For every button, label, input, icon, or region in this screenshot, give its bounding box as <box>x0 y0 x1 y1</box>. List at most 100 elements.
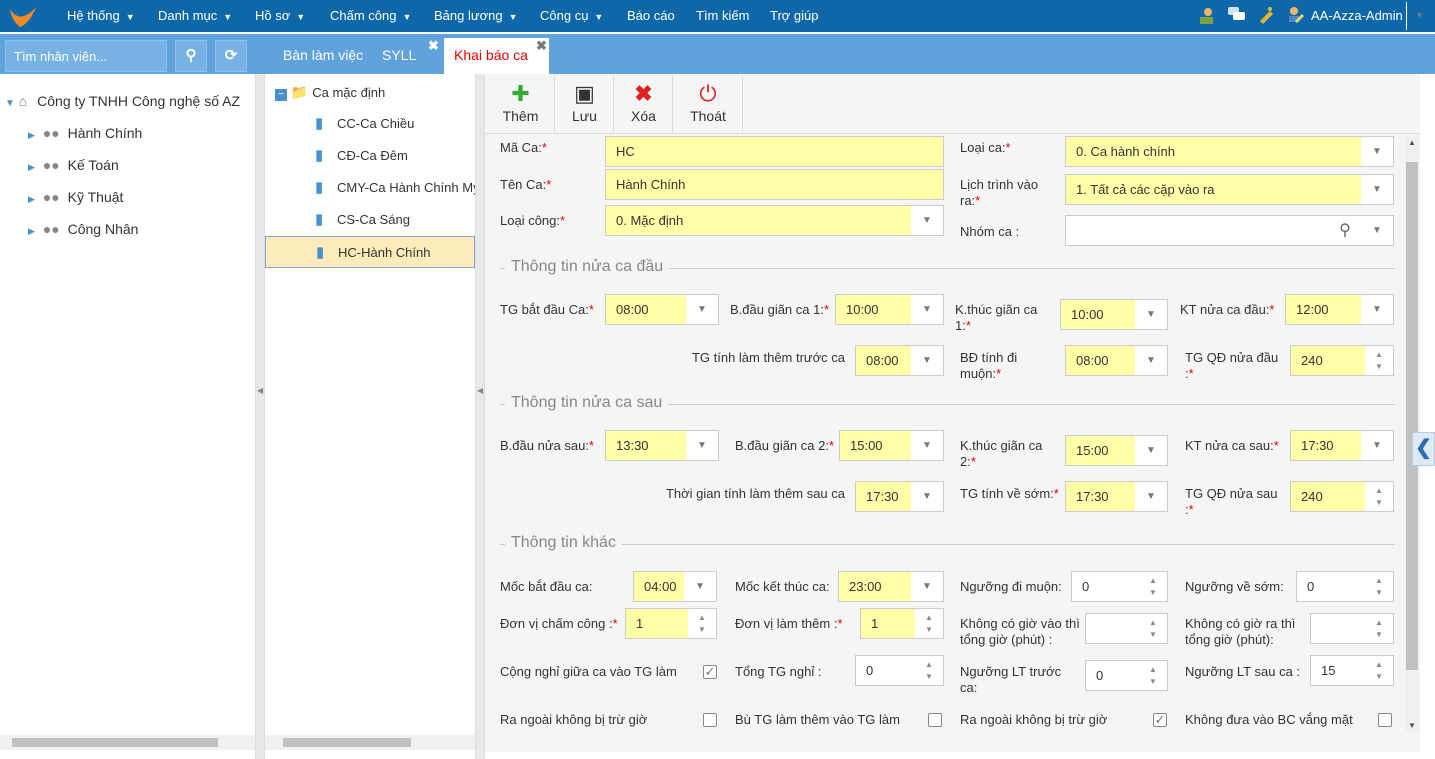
menu-3[interactable]: Chấm công ▼ <box>330 8 411 23</box>
select-field[interactable]: 17:30 ▼ <box>855 481 944 512</box>
center-splitter[interactable]: ◀ <box>475 74 485 759</box>
menu-2[interactable]: Hồ sơ ▼ <box>255 8 305 23</box>
dropdown-arrow-icon[interactable]: ▼ <box>1135 436 1167 465</box>
tree-group[interactable]: ▶ ●● Hành Chính <box>28 125 142 141</box>
select-field[interactable]: 15:00 ▼ <box>839 430 944 461</box>
number-stepper[interactable]: 0 ▲ ▼ <box>1085 660 1168 691</box>
bell-icon[interactable] <box>1256 6 1274 24</box>
shift-tree-root[interactable]: − 📁 Ca mặc định <box>275 84 385 101</box>
select-field[interactable]: 10:00 ▼ <box>835 294 944 325</box>
dropdown-arrow-icon[interactable]: ▼ <box>911 431 943 460</box>
dropdown-arrow-icon[interactable]: ▼ <box>1135 482 1167 511</box>
shift-item[interactable]: ▮ HC-Hành Chính <box>265 236 475 268</box>
user-edit-icon[interactable] <box>1286 6 1304 24</box>
select-field[interactable]: 08:00 ▼ <box>605 294 719 325</box>
select-field[interactable]: 08:00 ▼ <box>1065 345 1168 376</box>
close-tab-icon[interactable]: ✖ <box>536 38 547 54</box>
dropdown-arrow-icon[interactable]: ▼ <box>684 572 716 601</box>
close-tab-icon[interactable]: ✖ <box>428 38 439 54</box>
chat-icon[interactable] <box>1228 7 1246 23</box>
number-stepper[interactable]: 1 ▲ ▼ <box>860 608 944 639</box>
tab-2[interactable]: Khai báo ca <box>454 47 528 63</box>
menu-1[interactable]: Danh mục ▼ <box>158 8 232 23</box>
select-field[interactable]: 0. Mặc định ▼ <box>605 205 944 236</box>
select-field[interactable]: 23:00 ▼ <box>838 571 944 602</box>
menu-5[interactable]: Công cụ ▼ <box>540 8 603 23</box>
number-stepper[interactable]: 15 ▲ ▼ <box>1310 655 1394 686</box>
tab-1[interactable]: SYLL <box>382 47 416 63</box>
number-stepper[interactable]: ▲ ▼ <box>1310 613 1394 644</box>
tree-group[interactable]: ▶ ●● Kỹ Thuật <box>28 189 123 205</box>
number-stepper[interactable]: 0 ▲ ▼ <box>855 655 944 686</box>
dropdown-arrow-icon[interactable]: ▼ <box>1361 216 1393 245</box>
spinner-arrows-icon[interactable]: ▲ ▼ <box>1365 346 1393 375</box>
dropdown-arrow-icon[interactable]: ▼ <box>911 572 943 601</box>
shift-tree-scrollbar[interactable] <box>265 735 475 750</box>
select-field[interactable]: 0. Ca hành chính ▼ <box>1065 136 1394 167</box>
shift-item[interactable]: ▮ CS-Ca Sáng <box>265 204 475 236</box>
spinner-arrows-icon[interactable]: ▲ ▼ <box>1139 614 1167 643</box>
dropdown-arrow-icon[interactable]: ▼ <box>686 431 718 460</box>
menu-4[interactable]: Bảng lương ▼ <box>434 8 517 23</box>
spinner-arrows-icon[interactable]: ▲ ▼ <box>1139 661 1167 690</box>
menu-0[interactable]: Hệ thống ▼ <box>67 8 135 23</box>
select-field[interactable]: 12:00 ▼ <box>1285 294 1394 325</box>
number-stepper[interactable]: 240 ▲ ▼ <box>1290 345 1394 376</box>
dropdown-arrow-icon[interactable]: ▼ <box>911 346 943 375</box>
spinner-arrows-icon[interactable]: ▲ ▼ <box>688 609 716 638</box>
checkbox[interactable] <box>1378 713 1392 727</box>
user-name[interactable]: AA-Azza-Admin <box>1311 8 1403 23</box>
select-field[interactable]: 15:00 ▼ <box>1065 435 1168 466</box>
checkbox[interactable] <box>928 713 942 727</box>
spinner-arrows-icon[interactable]: ▲ ▼ <box>1365 572 1393 601</box>
dropdown-arrow-icon[interactable]: ▼ <box>1135 300 1167 329</box>
checkbox[interactable] <box>703 713 717 727</box>
spinner-arrows-icon[interactable]: ▲ ▼ <box>915 656 943 685</box>
select-field[interactable]: 13:30 ▼ <box>605 430 719 461</box>
select-field[interactable]: 1. Tất cả các cặp vào ra ▼ <box>1065 174 1394 205</box>
left-splitter[interactable]: ◀ <box>255 74 265 759</box>
menu-6[interactable]: Báo cáo <box>627 8 675 23</box>
select-field[interactable]: 17:30 ▼ <box>1065 481 1168 512</box>
select-field[interactable]: 04:00 ▼ <box>633 571 717 602</box>
select-field[interactable]: 17:30 ▼ <box>1290 430 1394 461</box>
tree-root[interactable]: ▼ ⌂ Công ty TNHH Công nghệ số AZ <box>5 93 240 109</box>
shift-item[interactable]: ▮ CMY-Ca Hành Chính My <box>265 172 480 204</box>
text-field[interactable]: Hành Chính <box>605 169 944 200</box>
logo-icon[interactable] <box>8 5 38 29</box>
spinner-arrows-icon[interactable]: ▲ ▼ <box>1365 482 1393 511</box>
tree-group[interactable]: ▶ ●● Kế Toán <box>28 157 119 173</box>
users-icon[interactable] <box>1197 7 1215 25</box>
menu-8[interactable]: Trợ giúp <box>770 8 819 23</box>
checkbox[interactable]: ✓ <box>1153 713 1167 727</box>
dropdown-arrow-icon[interactable]: ▼ <box>911 206 943 235</box>
select-field[interactable]: ⚲ ▼ <box>1065 215 1394 246</box>
shift-item[interactable]: ▮ CĐ-Ca Đêm <box>265 140 475 172</box>
collapse-icon[interactable]: − <box>275 89 287 101</box>
dropdown-arrow-icon[interactable]: ▼ <box>1361 137 1393 166</box>
spinner-arrows-icon[interactable]: ▲ ▼ <box>915 609 943 638</box>
dropdown-arrow-icon[interactable]: ▼ <box>911 482 943 511</box>
menu-7[interactable]: Tìm kiếm <box>696 8 749 23</box>
dropdown-arrow-icon[interactable]: ▼ <box>686 295 718 324</box>
tree-group[interactable]: ▶ ●● Công Nhân <box>28 221 138 237</box>
employee-search-input[interactable]: Tìm nhân viên... <box>5 40 167 72</box>
spinner-arrows-icon[interactable]: ▲ ▼ <box>1365 656 1393 685</box>
dropdown-arrow-icon[interactable]: ▼ <box>911 295 943 324</box>
refresh-button[interactable]: ⟳ <box>215 40 247 72</box>
number-stepper[interactable]: 0 ▲ ▼ <box>1296 571 1394 602</box>
select-field[interactable]: 08:00 ▼ <box>855 345 944 376</box>
text-field[interactable]: HC <box>605 136 944 167</box>
dropdown-arrow-icon[interactable]: ▼ <box>1135 346 1167 375</box>
select-field[interactable]: 10:00 ▼ <box>1060 299 1168 330</box>
number-stepper[interactable]: 1 ▲ ▼ <box>625 608 717 639</box>
dropdown-arrow-icon[interactable]: ▼ <box>1361 175 1393 204</box>
dropdown-arrow-icon[interactable]: ▼ <box>1361 431 1393 460</box>
search-button[interactable]: ⚲ <box>175 40 207 72</box>
tab-0[interactable]: Bàn làm việc <box>283 47 363 63</box>
number-stepper[interactable]: 240 ▲ ▼ <box>1290 481 1394 512</box>
add-button[interactable]: ✚ Thêm <box>487 75 555 133</box>
checkbox[interactable]: ✓ <box>703 665 717 679</box>
save-button[interactable]: ▣ Lưu <box>556 75 614 133</box>
user-menu-caret-icon[interactable]: ▼ <box>1415 10 1424 20</box>
